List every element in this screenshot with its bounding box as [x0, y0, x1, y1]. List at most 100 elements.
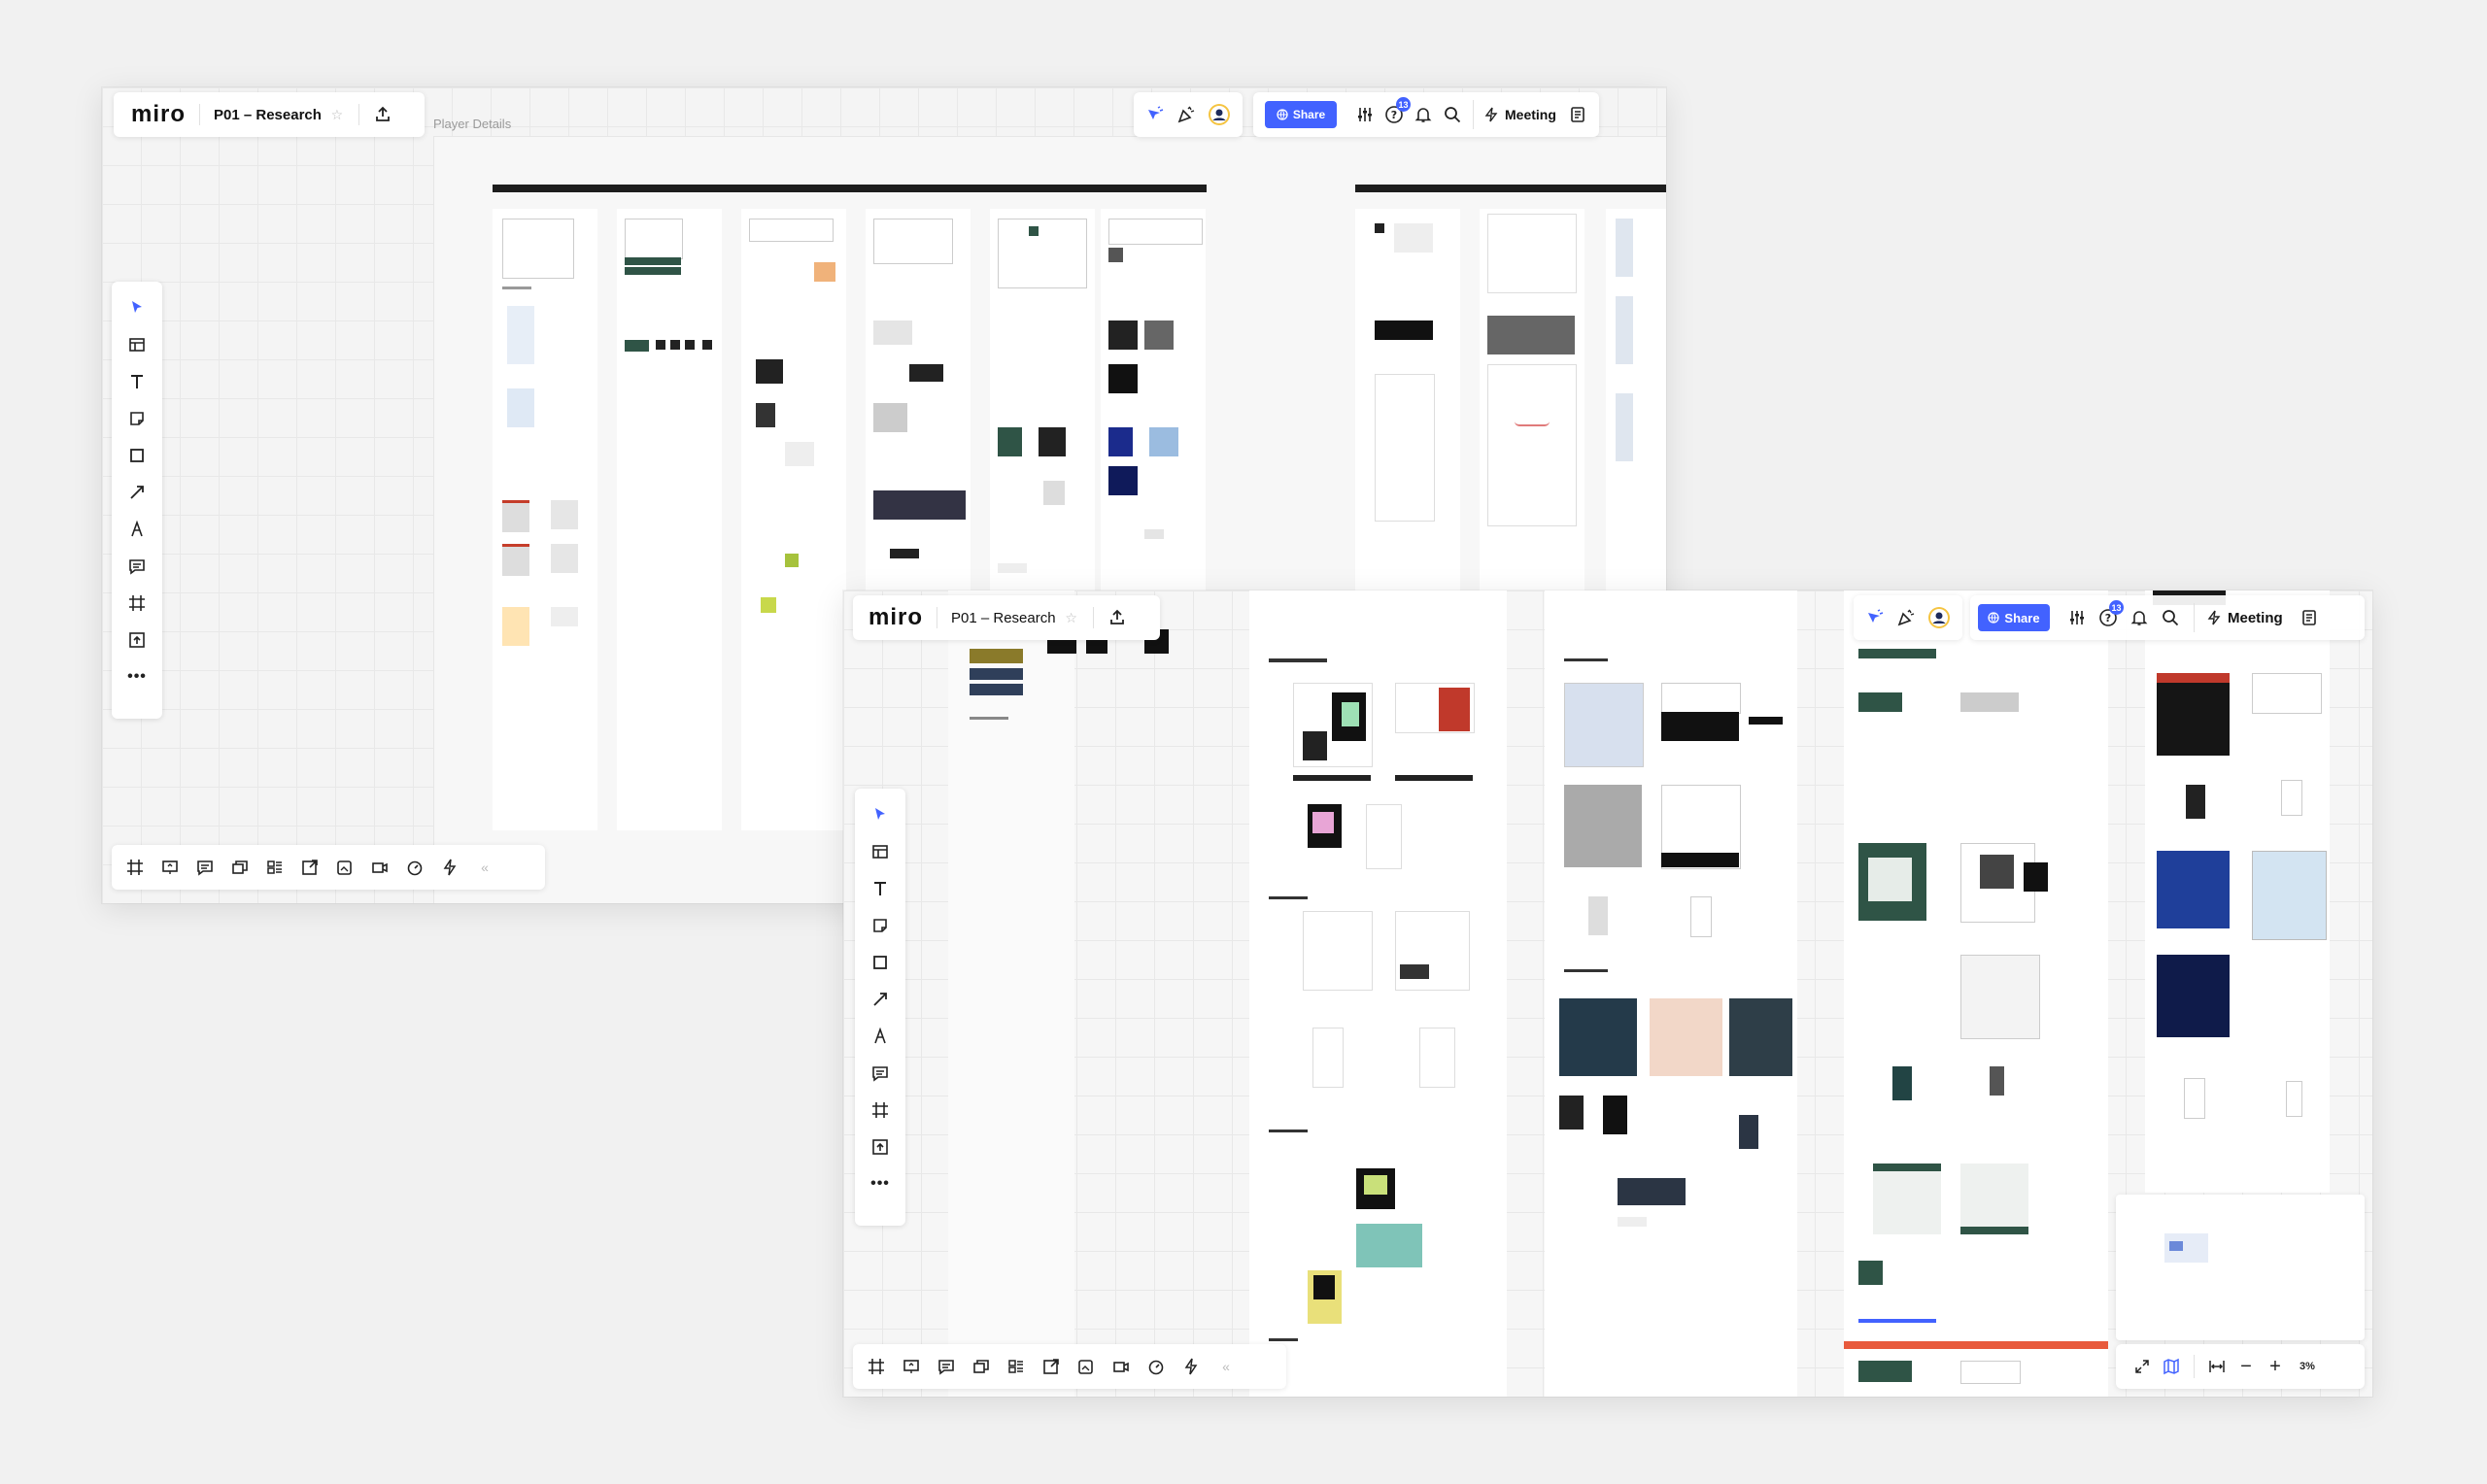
- collapse-icon[interactable]: «: [470, 853, 499, 882]
- frame-icon[interactable]: [866, 1096, 895, 1125]
- sticky-note-icon[interactable]: [866, 911, 895, 940]
- video-icon[interactable]: [1107, 1352, 1136, 1381]
- reaction-cursor-icon[interactable]: [1865, 608, 1885, 627]
- export-icon[interactable]: [1106, 606, 1129, 629]
- avatar[interactable]: [1927, 606, 1951, 629]
- research-column[interactable]: [1545, 590, 1797, 1397]
- pen-icon[interactable]: [122, 515, 152, 544]
- avatar[interactable]: [1208, 103, 1231, 126]
- bell-icon[interactable]: [1409, 106, 1438, 123]
- celebrate-icon[interactable]: [1176, 105, 1196, 124]
- divider: [2194, 1355, 2195, 1378]
- fullscreen-icon[interactable]: [2128, 1359, 2157, 1374]
- cards-icon[interactable]: [967, 1352, 996, 1381]
- cards-icon[interactable]: [225, 853, 255, 882]
- text-icon[interactable]: [866, 874, 895, 903]
- cursor-icon[interactable]: [866, 800, 895, 829]
- text-icon[interactable]: [122, 367, 152, 396]
- image-add-icon[interactable]: [1072, 1352, 1101, 1381]
- chat-icon[interactable]: [190, 853, 220, 882]
- divider: [358, 104, 359, 125]
- research-column[interactable]: [741, 209, 846, 830]
- cursor-icon[interactable]: [122, 293, 152, 322]
- settings-sliders-icon[interactable]: [1350, 106, 1380, 123]
- share-button[interactable]: Share: [1265, 101, 1337, 128]
- divider: [1092, 607, 1094, 628]
- section-header-bar: [1355, 185, 1666, 192]
- notification-badge: 13: [2109, 600, 2124, 615]
- frames-icon[interactable]: [120, 853, 150, 882]
- zoom-in-icon[interactable]: +: [2261, 1356, 2290, 1378]
- collapse-icon[interactable]: «: [1211, 1352, 1241, 1381]
- upload-icon[interactable]: [866, 1132, 895, 1162]
- shape-icon[interactable]: [866, 948, 895, 977]
- more-icon[interactable]: •••: [122, 662, 152, 691]
- more-icon[interactable]: •••: [866, 1169, 895, 1198]
- thumbnail-text: [2161, 855, 2204, 874]
- frames-icon[interactable]: [862, 1352, 891, 1381]
- templates-icon[interactable]: [122, 330, 152, 359]
- celebrate-icon[interactable]: [1896, 608, 1916, 627]
- help-icon[interactable]: ? 13: [2093, 600, 2124, 627]
- miro-logo[interactable]: miro: [869, 604, 923, 631]
- embed-icon[interactable]: [295, 853, 324, 882]
- research-column[interactable]: [1844, 1353, 2108, 1397]
- search-icon[interactable]: [2155, 609, 2186, 626]
- kanban-icon[interactable]: [1002, 1352, 1031, 1381]
- help-icon[interactable]: ? 13: [1380, 97, 1411, 124]
- chat-icon[interactable]: [932, 1352, 961, 1381]
- zoom-out-icon[interactable]: −: [2231, 1356, 2261, 1378]
- templates-icon[interactable]: [866, 837, 895, 866]
- tool-palette: •••: [855, 789, 905, 1226]
- pen-icon[interactable]: [866, 1022, 895, 1051]
- settings-sliders-icon[interactable]: [2061, 609, 2093, 626]
- power-up-icon[interactable]: [1176, 1352, 1206, 1381]
- upload-icon[interactable]: [122, 625, 152, 655]
- research-column[interactable]: [1844, 590, 2108, 1397]
- zoom-level[interactable]: 3%: [2300, 1361, 2315, 1372]
- embed-icon[interactable]: [1037, 1352, 1066, 1381]
- research-column[interactable]: [493, 209, 597, 830]
- arrow-line-icon[interactable]: [122, 478, 152, 507]
- comment-icon[interactable]: [866, 1059, 895, 1088]
- timer-icon[interactable]: [1141, 1352, 1171, 1381]
- image-add-icon[interactable]: [330, 853, 359, 882]
- kanban-icon[interactable]: [260, 853, 290, 882]
- miro-logo[interactable]: miro: [131, 101, 186, 128]
- sticky-note-icon[interactable]: [122, 404, 152, 433]
- reaction-cursor-icon[interactable]: [1145, 105, 1165, 124]
- board-title[interactable]: P01 – Research: [951, 610, 1056, 626]
- notes-icon[interactable]: [1564, 106, 1591, 123]
- divider: [199, 104, 201, 125]
- power-up-icon[interactable]: [435, 853, 464, 882]
- present-icon[interactable]: [897, 1352, 926, 1381]
- share-button[interactable]: Share: [1978, 604, 2050, 631]
- comment-icon[interactable]: [122, 552, 152, 581]
- main-toolbar: Share ? 13 Meeting: [1253, 92, 1599, 137]
- shape-icon[interactable]: [122, 441, 152, 470]
- board-title[interactable]: P01 – Research: [214, 107, 322, 123]
- bell-icon[interactable]: [2124, 609, 2155, 626]
- svg-text:?: ?: [1391, 109, 1397, 121]
- search-icon[interactable]: [1438, 106, 1467, 123]
- research-column[interactable]: [948, 590, 1074, 1397]
- research-column[interactable]: [1249, 590, 1507, 1397]
- minimap[interactable]: [2116, 1195, 2365, 1340]
- timer-icon[interactable]: [400, 853, 429, 882]
- meeting-button[interactable]: Meeting: [2206, 610, 2283, 626]
- present-icon[interactable]: [155, 853, 185, 882]
- notes-icon[interactable]: [2295, 609, 2324, 626]
- board-header: miro P01 – Research ☆: [853, 595, 1160, 640]
- map-icon[interactable]: [2157, 1358, 2186, 1375]
- export-icon[interactable]: [371, 103, 394, 126]
- research-column[interactable]: [617, 209, 722, 830]
- arrow-line-icon[interactable]: [866, 985, 895, 1014]
- meeting-button[interactable]: Meeting: [1483, 107, 1556, 122]
- share-label: Share: [1292, 108, 1326, 121]
- video-icon[interactable]: [365, 853, 394, 882]
- research-column[interactable]: [2145, 590, 2330, 1193]
- star-icon[interactable]: ☆: [1062, 610, 1081, 626]
- frame-icon[interactable]: [122, 589, 152, 618]
- fit-width-icon[interactable]: [2202, 1358, 2231, 1375]
- star-icon[interactable]: ☆: [327, 107, 347, 123]
